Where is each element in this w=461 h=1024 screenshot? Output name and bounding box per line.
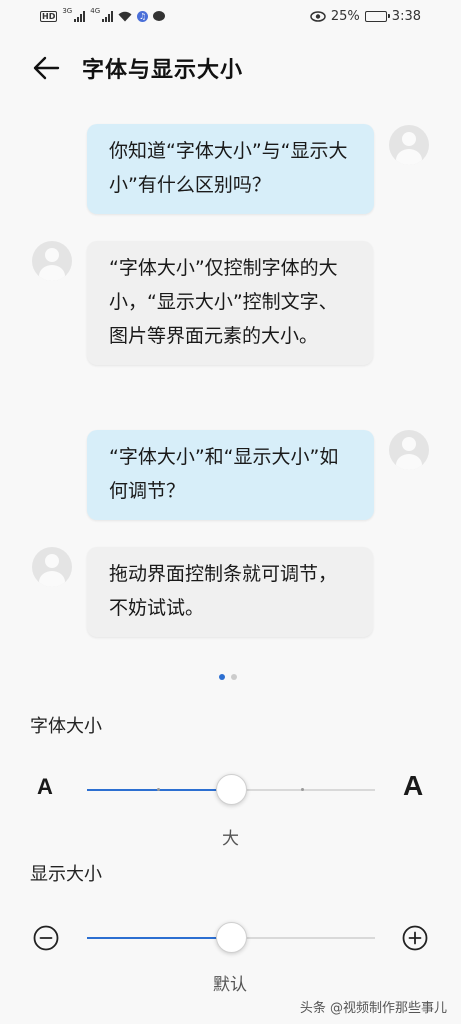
small-a-icon: A	[37, 774, 53, 799]
large-a-icon: A	[403, 770, 424, 801]
message-icon	[153, 11, 166, 21]
avatar	[389, 125, 429, 165]
status-right: 25% 3:38	[310, 9, 421, 24]
avatar	[32, 547, 72, 587]
back-button[interactable]	[26, 48, 66, 88]
display-size-slider-row	[0, 918, 461, 958]
arrow-left-icon	[33, 56, 60, 80]
display-size-slider-fill	[87, 937, 231, 939]
display-size-label: 显示大小	[30, 864, 102, 885]
eye-icon	[310, 10, 326, 22]
display-size-slider-track[interactable]	[87, 922, 375, 953]
chat-bubble-other: 拖动界面控制条就可调节，不妨试试。	[87, 547, 373, 637]
battery-percent: 25%	[330, 8, 360, 24]
font-size-slider-track[interactable]	[87, 774, 375, 805]
page-dot-active[interactable]	[219, 674, 225, 680]
status-bar: HD 3G 4G ♫ 25% 3:38	[0, 0, 461, 32]
avatar	[32, 241, 72, 281]
signal-icon	[102, 10, 114, 22]
slider-tick	[301, 788, 304, 791]
plus-circle-icon[interactable]	[402, 925, 428, 951]
status-left: HD 3G 4G ♫	[40, 7, 166, 22]
font-size-label: 字体大小	[30, 716, 102, 737]
slider-tick	[157, 788, 160, 791]
chat-bubble-me: 你知道“字体大小”与“显示大小”有什么区别吗？	[87, 124, 374, 214]
clock: 3:38	[391, 8, 421, 24]
page-dot[interactable]	[231, 674, 237, 680]
font-size-value: 大	[222, 829, 239, 849]
music-app-icon: ♫	[137, 10, 149, 22]
font-size-slider-thumb[interactable]	[215, 774, 247, 805]
avatar	[389, 430, 429, 470]
minus-circle-icon[interactable]	[33, 925, 59, 951]
font-size-slider-row: A A	[0, 770, 461, 810]
display-size-slider-thumb[interactable]	[215, 922, 247, 953]
chat-bubble-me: “字体大小”和“显示大小”如何调节？	[87, 430, 374, 520]
page-title: 字体与显示大小	[82, 58, 244, 83]
wifi-icon	[118, 11, 132, 22]
network-label-2: 4G	[90, 7, 101, 15]
page-indicator	[219, 674, 237, 680]
header: 字体与显示大小	[0, 40, 461, 96]
battery-icon	[364, 10, 390, 22]
watermark: 头条 @视频制作那些事儿	[299, 1001, 447, 1016]
display-size-value: 默认	[213, 975, 247, 995]
hd-badge: HD	[40, 10, 58, 22]
chat-bubble-other: “字体大小”仅控制字体的大小，“显示大小”控制文字、图片等界面元素的大小。	[87, 241, 373, 365]
signal-icon	[74, 10, 86, 22]
network-label-1: 3G	[62, 7, 73, 15]
